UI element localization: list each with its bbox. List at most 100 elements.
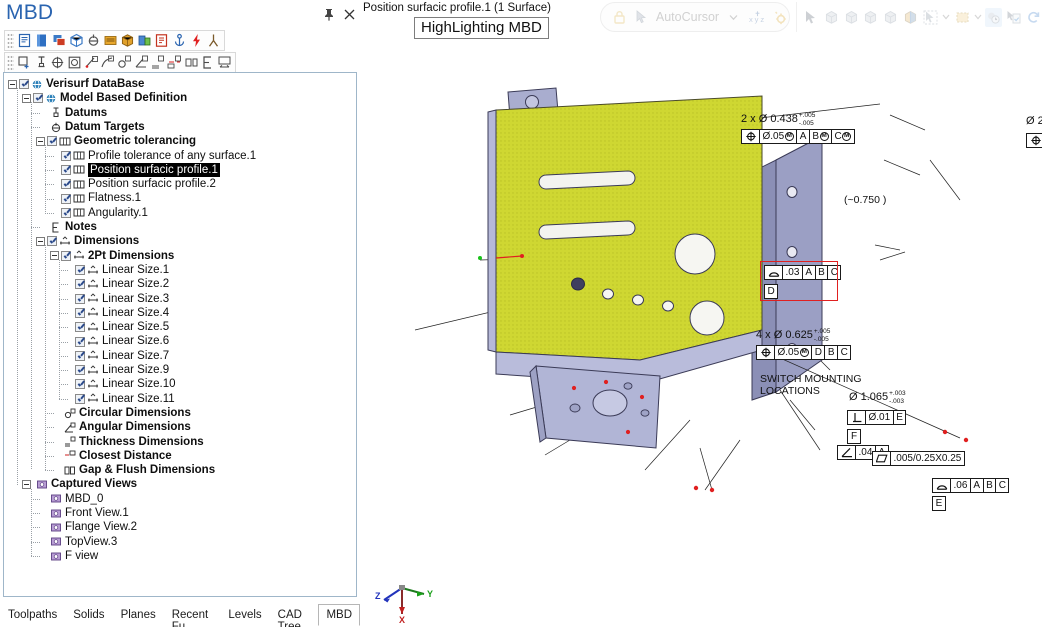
feature-control-frame[interactable]: Ø.01 E — [847, 410, 907, 425]
tree-checkbox[interactable] — [75, 393, 85, 404]
datum-target-icon[interactable] — [85, 31, 102, 50]
feature-control-frame[interactable]: Ø.05 M D B C — [756, 345, 852, 360]
annotation-profile-06-datum-reference[interactable]: E — [932, 496, 946, 511]
cube-icon[interactable] — [68, 31, 85, 50]
layers-icon[interactable] — [51, 31, 68, 50]
tree-checkbox[interactable] — [47, 136, 57, 147]
tree-checkbox[interactable] — [61, 250, 71, 261]
tree-item[interactable]: Flatness.1 — [50, 191, 141, 205]
toolbar-grip[interactable] — [7, 54, 15, 71]
tree-item[interactable]: Dimensions — [36, 234, 139, 248]
thickness-dim-icon[interactable] — [150, 53, 167, 72]
tree-checkbox[interactable] — [75, 293, 85, 304]
report-icon[interactable] — [16, 31, 33, 50]
tree-checkbox[interactable] — [61, 207, 71, 218]
tree-item[interactable]: Circular Dimensions — [50, 406, 191, 420]
tree-checkbox[interactable] — [61, 150, 71, 161]
tree-checkbox[interactable] — [75, 307, 85, 318]
tab-mbd[interactable]: MBD — [318, 604, 360, 626]
point-feature-icon[interactable] — [83, 53, 100, 72]
cad-viewport[interactable]: Position surfacic profile.1 (1 Surface) … — [360, 0, 1042, 627]
tree-checkbox[interactable] — [75, 322, 85, 333]
curve-feature-icon[interactable] — [99, 53, 116, 72]
feature-control-frame[interactable]: .005/0.25X0.25 — [872, 451, 965, 466]
annotation-2x-dia-0438-fcf[interactable]: Ø.05 M A B M C M — [741, 129, 855, 145]
square-feature-icon[interactable] — [66, 53, 83, 72]
book-icon[interactable] — [33, 31, 50, 50]
export-icon[interactable] — [153, 31, 170, 50]
feature-control-frame[interactable]: Ø.05 M A B M C M — [741, 129, 855, 144]
tree-checkbox[interactable] — [61, 179, 71, 190]
tree-checkbox[interactable] — [75, 265, 85, 276]
tree-item[interactable]: Linear Size.4 — [64, 306, 169, 320]
annotation-flatness-per-unit-fcf[interactable]: .005/0.25X0.25 — [872, 451, 965, 467]
compare-icon[interactable] — [216, 53, 233, 72]
feature-control-frame[interactable]: .06 A B C — [932, 478, 1010, 493]
tree-item[interactable]: MBD_0 — [36, 492, 103, 506]
tree-item[interactable]: Linear Size.3 — [64, 292, 169, 306]
tree-item[interactable]: 2Pt Dimensions — [50, 249, 174, 263]
tree-item[interactable]: Position surfacic profile.1 — [50, 162, 220, 178]
gap-flush-icon[interactable] — [183, 53, 200, 72]
tree-item[interactable]: Angular Dimensions — [50, 420, 191, 434]
circle-feature-icon[interactable] — [49, 53, 66, 72]
flash-icon[interactable] — [188, 31, 205, 50]
package-icon[interactable] — [119, 31, 136, 50]
tree-checkbox[interactable] — [75, 379, 85, 390]
tab-levels[interactable]: Levels — [220, 604, 269, 626]
mbd-feature-tree[interactable]: Verisurf DataBase Model Based Definition D… — [3, 72, 357, 597]
tab-solids[interactable]: Solids — [65, 604, 112, 626]
tree-checkbox[interactable] — [75, 336, 85, 347]
tree-item[interactable]: TopView.3 — [36, 535, 117, 549]
tree-item[interactable]: Verisurf DataBase — [8, 77, 144, 91]
tree-item[interactable]: Linear Size.5 — [64, 320, 169, 334]
tree-item[interactable]: F view — [36, 549, 98, 563]
tree-item[interactable]: Datum Targets — [36, 120, 145, 134]
tree-item[interactable]: Linear Size.2 — [64, 277, 169, 291]
tree-item[interactable]: Captured Views — [22, 477, 137, 491]
annotation-dia-1065-datum-reference[interactable]: F — [847, 429, 861, 444]
tab-recent-fu[interactable]: Recent Fu... — [164, 604, 221, 627]
pin-icon[interactable] — [322, 8, 336, 22]
datum-feature-icon[interactable] — [33, 53, 50, 72]
tree-item[interactable]: Linear Size.1 — [64, 263, 169, 277]
annotation-dia-2-fcf[interactable]: Ø.06DBC — [1026, 133, 1042, 149]
tree-item[interactable]: Model Based Definition — [22, 91, 187, 105]
tree-item[interactable]: Flange View.2 — [36, 520, 137, 534]
tree-item[interactable]: Front View.1 — [36, 506, 129, 520]
tree-checkbox[interactable] — [47, 236, 57, 247]
bracket-icon[interactable] — [200, 53, 217, 72]
tab-toolpaths[interactable]: Toolpaths — [0, 604, 65, 626]
annotation-dia-1065-fcf[interactable]: Ø.01 E — [847, 410, 907, 426]
tree-expander[interactable] — [36, 136, 45, 146]
tree-expander[interactable] — [50, 251, 59, 261]
tree-item[interactable]: Position surfacic profile.2 — [50, 177, 216, 191]
annotation-dia-2-dimension[interactable]: Ø 2.+.01-.01 — [1026, 114, 1042, 129]
tab-cad-tree[interactable]: CAD Tree — [270, 604, 319, 627]
tree-item[interactable]: Gap & Flush Dimensions — [50, 463, 215, 477]
close-icon[interactable] — [342, 8, 356, 22]
tab-planes[interactable]: Planes — [113, 604, 164, 626]
tree-checkbox[interactable] — [61, 193, 71, 204]
measure-icon[interactable] — [136, 31, 153, 50]
tree-item[interactable]: Linear Size.10 — [64, 377, 176, 391]
anchor-icon[interactable] — [170, 31, 187, 50]
tree-checkbox[interactable] — [61, 164, 71, 175]
tree-expander[interactable] — [22, 480, 31, 490]
tree-item[interactable]: Closest Distance — [50, 449, 172, 463]
annotation-4x-dia-0625-dimension[interactable]: 4 x Ø 0.625 +.005 -.005 — [756, 328, 830, 343]
tree-checkbox[interactable] — [33, 93, 43, 104]
tree-item[interactable]: Thickness Dimensions — [50, 435, 204, 449]
tree-item[interactable]: Linear Size.11 — [64, 392, 175, 406]
angular-dim-icon[interactable] — [133, 53, 150, 72]
tree-item[interactable]: Angularity.1 — [50, 206, 148, 220]
tree-expander[interactable] — [8, 79, 17, 89]
annotation-2x-dia-0438-dimension[interactable]: 2 x Ø 0.438 +.005 -.005 — [741, 112, 815, 127]
annotation-4x-dia-0625-fcf[interactable]: Ø.05 M D B C — [756, 345, 852, 361]
align-icon[interactable] — [205, 31, 222, 50]
tree-checkbox[interactable] — [75, 279, 85, 290]
feature-control-frame[interactable]: Ø.06DBC — [1026, 133, 1042, 148]
annotation-profile-06-fcf[interactable]: .06 A B C — [932, 478, 1010, 494]
tree-item[interactable]: Linear Size.7 — [64, 349, 169, 363]
tree-item[interactable]: Datums — [36, 106, 107, 120]
